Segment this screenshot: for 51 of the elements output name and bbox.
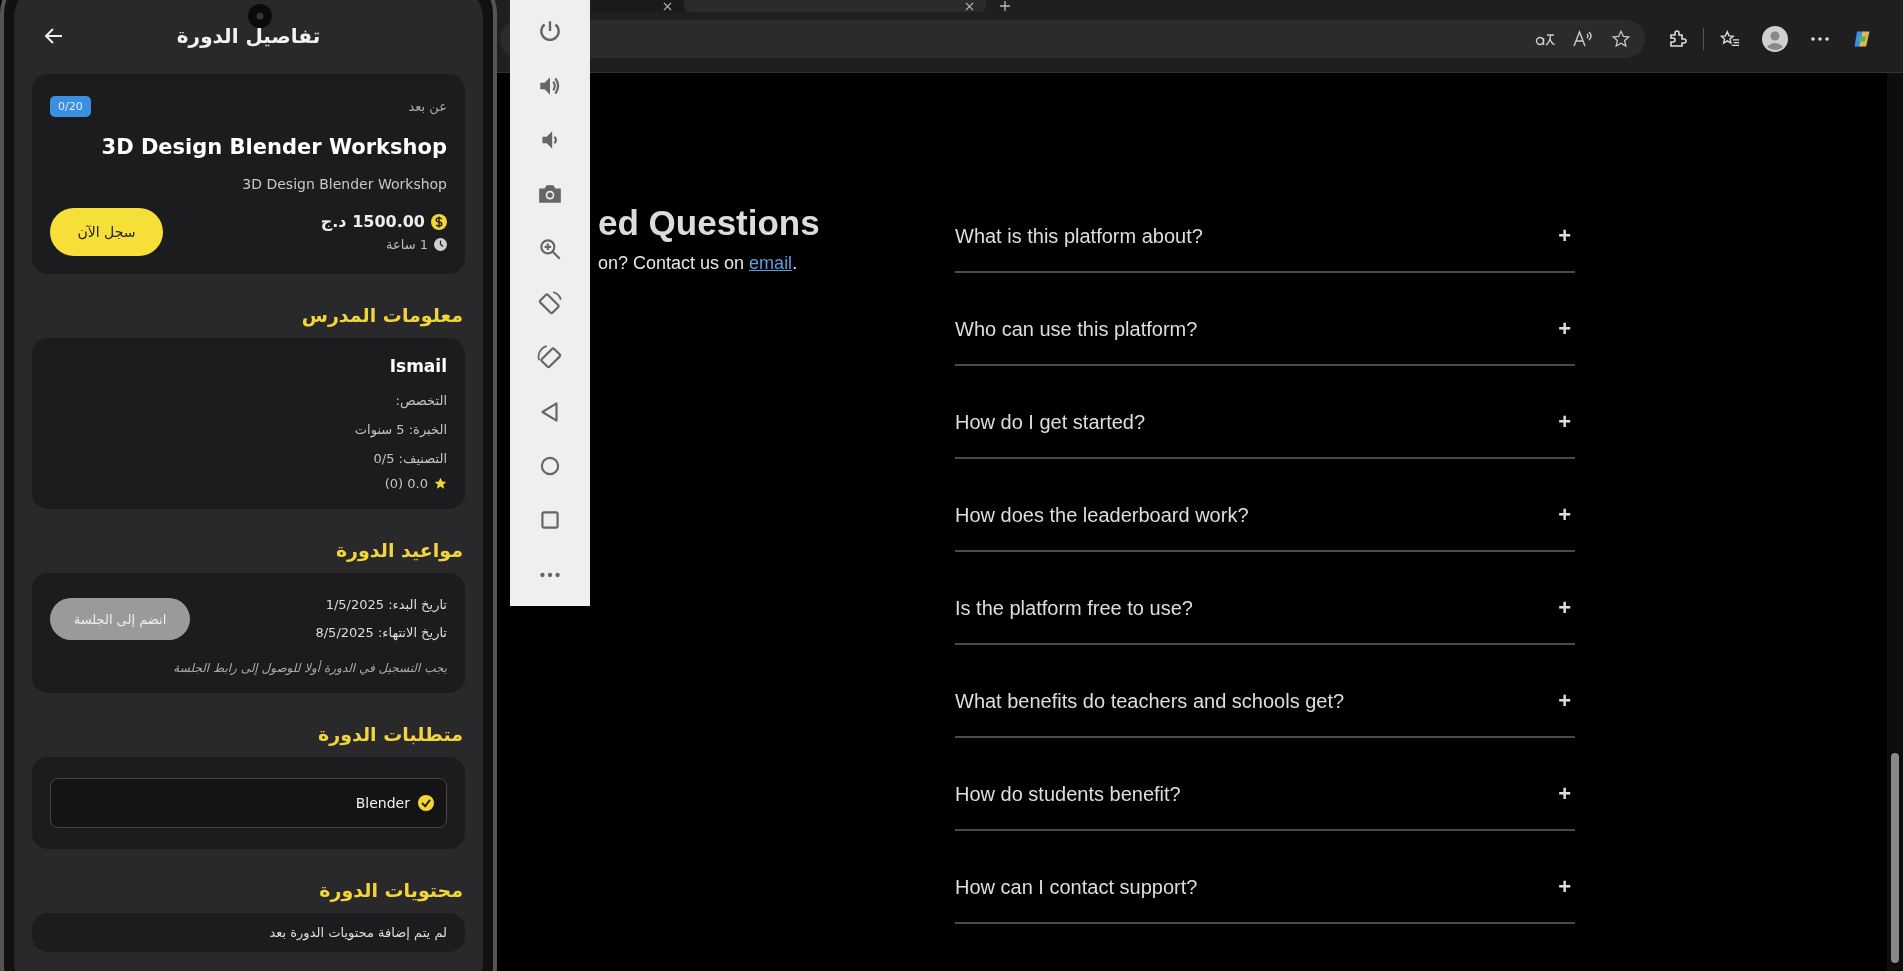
course-title: 3D Design Blender Workshop	[100, 134, 447, 161]
scrollbar-thumb[interactable]	[1891, 753, 1899, 963]
section-heading: متطلبات الدورة	[317, 723, 463, 745]
screen-title: تفاصيل الدورة	[176, 24, 321, 48]
faq-item[interactable]: Who can use this platform? +	[955, 273, 1575, 366]
close-icon[interactable]	[965, 1, 974, 11]
course-subtitle: 3D Design Blender Workshop	[241, 176, 447, 192]
email-link[interactable]: email	[749, 253, 793, 273]
teacher-info-text: التصنيف: 0/5	[372, 450, 447, 468]
faq-item[interactable]: How do I get started? +	[955, 366, 1575, 459]
address-bar[interactable]	[500, 20, 1645, 58]
faq-item[interactable]: What is this platform about? +	[955, 223, 1575, 273]
mode-label: عن بعد	[408, 98, 447, 114]
price: 1500.00 د.ج	[320, 212, 425, 231]
read-aloud-icon[interactable]	[1573, 30, 1593, 48]
date-text: تاريخ الانتهاء: 8/5/2025	[315, 624, 447, 642]
clock-icon	[434, 238, 447, 251]
duration: 1 ساعة	[386, 237, 428, 252]
faq-item[interactable]: What benefits do teachers and schools get? +	[955, 645, 1575, 738]
puzzle-icon[interactable]	[1667, 29, 1687, 49]
requirement-item: Blender	[50, 778, 447, 828]
faq-heading: ed Questions	[598, 202, 821, 244]
camera-hole-icon	[248, 4, 272, 28]
star-icon	[434, 477, 447, 490]
rotate-right-icon[interactable]	[537, 344, 563, 371]
rotate-left-icon[interactable]	[537, 289, 563, 316]
back-arrow-icon[interactable]	[44, 26, 64, 46]
teacher-info-text: التخصص:	[394, 392, 447, 411]
favorites-icon[interactable]	[1720, 29, 1740, 49]
close-icon[interactable]	[663, 1, 672, 11]
dollar-coin-icon	[431, 213, 447, 230]
teacher-name: Ismail	[388, 356, 447, 376]
note-text: يجب التسجيل في الدورة أولا للوصول إلى رابط الجلسة	[172, 661, 447, 675]
faq-item[interactable]: Is the platform free to use? +	[955, 552, 1575, 645]
seats-badge: 0/20	[50, 95, 91, 117]
faq-intro-text: on? Contact us on email.	[598, 253, 799, 274]
section-heading: معلومات المدرس	[300, 304, 463, 326]
empty-contents-text: لم يتم إضافة محتويات الدورة بعد	[268, 925, 447, 940]
faq-item[interactable]: How can I contact support? +	[955, 831, 1575, 924]
enroll-button[interactable]: سجل الآن	[50, 208, 163, 256]
plus-icon[interactable]	[1000, 1, 1010, 11]
faq-item[interactable]: How does the leaderboard work? +	[955, 459, 1575, 552]
scrollbar[interactable]	[1887, 73, 1903, 971]
star-icon[interactable]	[1611, 30, 1631, 48]
section-heading: محتويات الدورة	[318, 879, 463, 901]
teacher-info-text: الخبرة: 5 سنوات	[353, 421, 447, 440]
rating-text: 0.0 (0)	[384, 476, 428, 491]
section-heading: مواعيد الدورة	[334, 539, 463, 561]
avatar-icon[interactable]	[1762, 26, 1788, 52]
faq-item[interactable]: How do students benefit? +	[955, 738, 1575, 831]
date-text: تاريخ البدء: 1/5/2025	[324, 596, 447, 614]
